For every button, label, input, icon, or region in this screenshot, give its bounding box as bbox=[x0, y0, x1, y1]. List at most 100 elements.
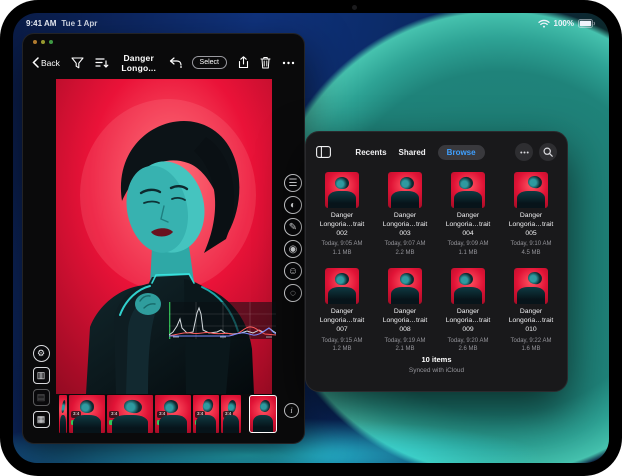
file-name: Danger Longoria…trait 005 bbox=[503, 212, 559, 238]
photo-thumbnail[interactable] bbox=[514, 172, 548, 208]
file-meta: Today, 9:22 AM 1.6 MB bbox=[503, 337, 559, 354]
edited-indicator-dot bbox=[195, 420, 200, 425]
photo-thumbnail[interactable] bbox=[388, 268, 422, 304]
aspect-ratio-badge: 3:4 bbox=[71, 411, 81, 418]
filmstrip-thumbnail[interactable]: 3:4 bbox=[155, 395, 191, 433]
file-name: Danger Longoria…trait 009 bbox=[440, 308, 496, 334]
select-button[interactable]: Select bbox=[192, 56, 227, 69]
trash-icon bbox=[260, 56, 271, 69]
left-tool-strip: ⚙ ▥ ▤ ▦ bbox=[28, 345, 54, 428]
edited-indicator-dot bbox=[109, 420, 114, 425]
photo-thumbnail[interactable] bbox=[325, 268, 359, 304]
wifi-icon bbox=[538, 19, 550, 28]
aspect-ratio-badge: 3:4 bbox=[157, 411, 167, 418]
photo-thumbnail[interactable] bbox=[451, 172, 485, 208]
window-controls-dots[interactable] bbox=[33, 40, 53, 44]
edited-indicator-dot bbox=[157, 420, 162, 425]
tab-shared[interactable]: Shared bbox=[399, 148, 426, 157]
files-browser-window: Recents Shared Browse Danger Longoria…trai… bbox=[305, 131, 568, 392]
editor-toolbar: Back Danger Longo... bbox=[23, 49, 304, 76]
ipad-frame: 9:41 AM Tue 1 Apr 100% bbox=[0, 0, 622, 476]
filmstrip-thumbnail[interactable]: 3:4 bbox=[107, 395, 153, 433]
file-item[interactable]: Danger Longoria…trait 003 Today, 9:07 AM… bbox=[377, 172, 433, 257]
photo-thumbnail[interactable] bbox=[451, 268, 485, 304]
file-name: Danger Longoria…trait 010 bbox=[503, 308, 559, 334]
filmstrip: 3:4 3:4 3:4 3:4 3:4 bbox=[59, 395, 277, 433]
files-grid: Danger Longoria…trait 002 Today, 9:05 AM… bbox=[314, 172, 559, 354]
filmstrip-thumbnail[interactable]: 3:4 bbox=[221, 395, 241, 433]
more-button[interactable] bbox=[282, 61, 295, 65]
filmstrip-thumbnail[interactable]: 3:4 bbox=[69, 395, 105, 433]
files-more-button[interactable] bbox=[515, 143, 533, 161]
aspect-ratio-badge: 3:4 bbox=[223, 411, 233, 418]
file-meta: Today, 9:09 AM 1.1 MB bbox=[440, 240, 496, 257]
filmstrip-thumbnail[interactable] bbox=[59, 395, 67, 433]
back-button[interactable]: Back bbox=[32, 57, 60, 68]
file-item[interactable]: Danger Longoria…trait 008 Today, 9:19 AM… bbox=[377, 268, 433, 353]
undo-button[interactable] bbox=[169, 57, 182, 68]
file-item[interactable]: Danger Longoria…trait 004 Today, 9:09 AM… bbox=[440, 172, 496, 257]
file-item[interactable]: Danger Longoria…trait 010 Today, 9:22 AM… bbox=[503, 268, 559, 353]
heal-icon[interactable]: ◐ bbox=[284, 196, 302, 214]
photo-thumbnail[interactable] bbox=[514, 268, 548, 304]
filmstrip-thumbnail[interactable]: 3:4 bbox=[193, 395, 219, 433]
files-tabs: Recents Shared Browse bbox=[355, 145, 484, 160]
file-meta: Today, 9:05 AM 1.1 MB bbox=[314, 240, 370, 257]
screen-wallpaper: 9:41 AM Tue 1 Apr 100% bbox=[13, 13, 609, 463]
delete-button[interactable] bbox=[260, 56, 271, 69]
filmstrip-thumbnail[interactable] bbox=[249, 395, 277, 433]
share-button[interactable] bbox=[238, 56, 249, 69]
editor-title: Danger Longo... bbox=[109, 53, 169, 73]
aspect-ratio-badge: 3:4 bbox=[109, 411, 119, 418]
file-item[interactable]: Danger Longoria…trait 009 Today, 9:20 AM… bbox=[440, 268, 496, 353]
file-item[interactable]: Danger Longoria…trait 005 Today, 9:10 AM… bbox=[503, 172, 559, 257]
retouch-icon[interactable]: ☺ bbox=[284, 262, 302, 280]
brush-icon[interactable]: ✎ bbox=[284, 218, 302, 236]
photo-thumbnail[interactable] bbox=[325, 172, 359, 208]
copy-edits-icon[interactable]: ▤ bbox=[33, 389, 50, 406]
file-name: Danger Longoria…trait 007 bbox=[314, 308, 370, 334]
file-item[interactable]: Danger Longoria…trait 002 Today, 9:05 AM… bbox=[314, 172, 370, 257]
file-name: Danger Longoria…trait 004 bbox=[440, 212, 496, 238]
back-chevron-icon bbox=[32, 57, 39, 68]
files-search-button[interactable] bbox=[539, 143, 557, 161]
file-name: Danger Longoria…trait 003 bbox=[377, 212, 433, 238]
photo-canvas bbox=[56, 79, 272, 394]
undo-icon bbox=[169, 57, 182, 68]
tab-recents[interactable]: Recents bbox=[355, 148, 386, 157]
filter-button[interactable] bbox=[71, 57, 84, 69]
more-icon bbox=[520, 151, 529, 154]
search-icon bbox=[543, 147, 553, 157]
file-item[interactable]: Danger Longoria…trait 007 Today, 9:15 AM… bbox=[314, 268, 370, 353]
aspect-ratio-badge: 3:4 bbox=[195, 411, 205, 418]
sort-icon bbox=[95, 57, 109, 69]
file-meta: Today, 9:19 AM 2.1 MB bbox=[377, 337, 433, 354]
more-icon bbox=[282, 61, 295, 65]
status-time: 9:41 AM bbox=[26, 19, 56, 28]
photo-thumbnail[interactable] bbox=[388, 172, 422, 208]
file-meta: Today, 9:10 AM 4.5 MB bbox=[503, 240, 559, 257]
file-meta: Today, 9:15 AM 1.2 MB bbox=[314, 337, 370, 354]
file-meta: Today, 9:07 AM 2.2 MB bbox=[377, 240, 433, 257]
file-meta: Today, 9:20 AM 2.6 MB bbox=[440, 337, 496, 354]
mask-icon[interactable]: ◌ bbox=[284, 284, 302, 302]
histogram-chart bbox=[169, 302, 276, 339]
tab-browse[interactable]: Browse bbox=[438, 145, 485, 160]
info-button[interactable]: i bbox=[284, 403, 299, 418]
photo-editor-window: Back Danger Longo... bbox=[22, 33, 305, 444]
battery-icon bbox=[578, 19, 596, 28]
histogram-overlay bbox=[169, 302, 276, 339]
share-icon bbox=[238, 56, 249, 69]
edited-indicator-dot bbox=[71, 420, 76, 425]
sort-button[interactable] bbox=[95, 57, 109, 69]
edited-indicator-dot bbox=[223, 420, 228, 425]
export-icon[interactable]: ▥ bbox=[33, 367, 50, 384]
sidebar-icon[interactable] bbox=[316, 146, 331, 158]
library-icon[interactable]: ▦ bbox=[33, 411, 50, 428]
edit-adjust-icon[interactable]: ⚙ bbox=[33, 345, 50, 362]
file-name: Danger Longoria…trait 002 bbox=[314, 212, 370, 238]
file-name: Danger Longoria…trait 008 bbox=[377, 308, 433, 334]
vignette-icon[interactable]: ◉ bbox=[284, 240, 302, 258]
item-count: 10 items bbox=[306, 355, 567, 364]
adjust-sliders-icon[interactable]: ☰ bbox=[284, 174, 302, 192]
